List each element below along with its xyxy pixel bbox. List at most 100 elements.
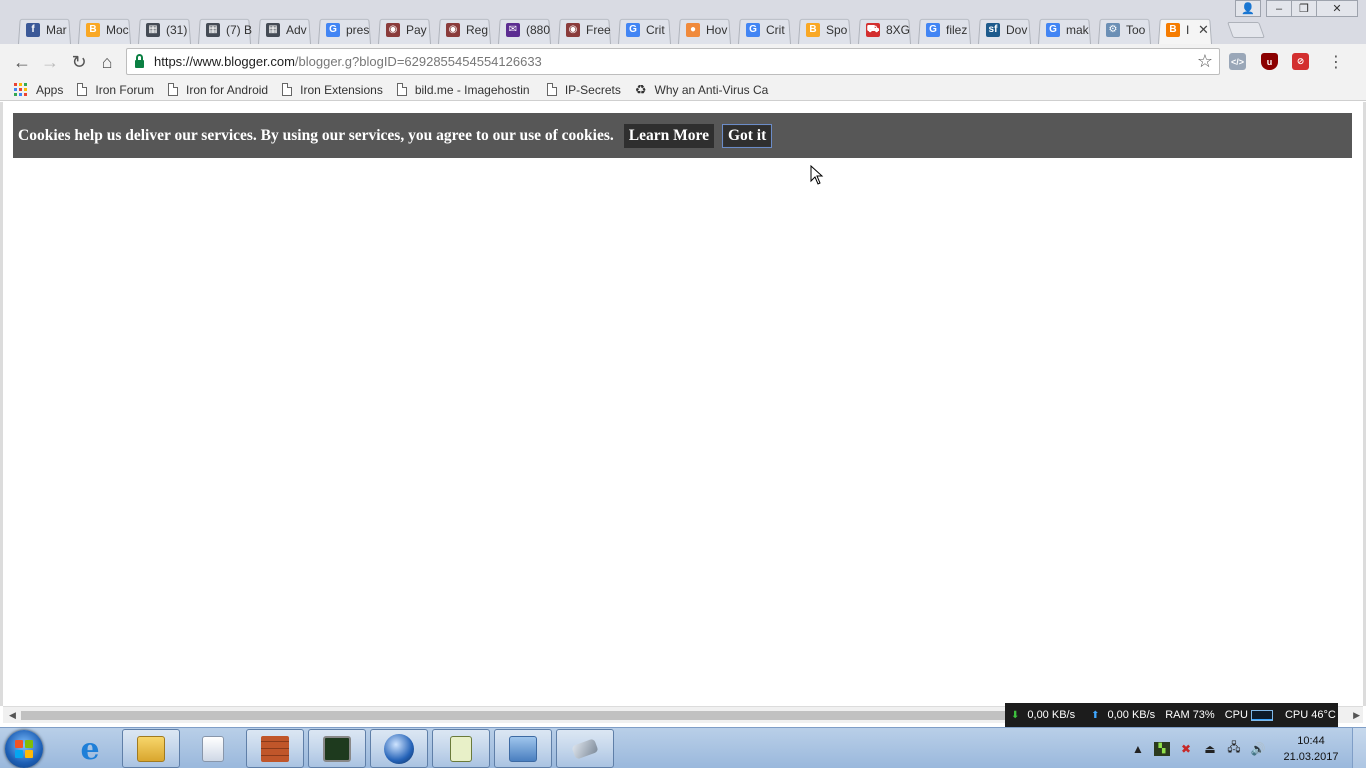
tab-title: Free (586, 23, 611, 37)
browser-tab[interactable]: ◉ Free (554, 16, 615, 44)
network-meter: ⬇ 0,00 KB/s ⬆ 0,00 KB/s RAM 73% CPU CPU … (1005, 703, 1338, 727)
tab-title: mak (1066, 23, 1089, 37)
bookmark-label: Iron Forum (95, 82, 155, 97)
chart-icon: ▦ (206, 23, 220, 37)
bookmark-item[interactable]: bild.me - Imagehostin (396, 82, 533, 97)
tab-title: (7) B (226, 23, 253, 37)
browser-menu-icon[interactable]: ⋮ (1328, 52, 1344, 72)
system-clock[interactable]: 10:44 21.03.2017 (1280, 733, 1342, 765)
blocker-extension-icon[interactable]: ⊘ (1292, 53, 1309, 70)
tab-title: Mar (46, 23, 67, 37)
blogger-icon: B (806, 23, 820, 37)
bookmark-item[interactable]: IP-Secrets (546, 83, 621, 97)
tab-title: pres (346, 23, 370, 37)
show-hidden-icons-icon[interactable]: ▲ (1130, 742, 1146, 756)
scrollbar-thumb[interactable] (21, 711, 1011, 720)
start-button[interactable] (5, 730, 43, 768)
browser-tab[interactable]: ◉ Pay (374, 16, 435, 44)
tab-title: Dov (1006, 23, 1028, 37)
browser-tab[interactable]: Gmak (1034, 16, 1095, 44)
gpu-monitor-icon[interactable]: ▚ (1154, 741, 1170, 756)
globe-icon: ◉ (566, 23, 580, 37)
globe-icon: ◉ (386, 23, 400, 37)
chart-icon: ▦ (146, 23, 160, 37)
bookmark-star-icon[interactable]: ☆ (1197, 51, 1213, 72)
home-button[interactable]: ⌂ (95, 50, 119, 74)
learn-more-button[interactable]: Learn More (623, 123, 714, 148)
folder-icon (137, 735, 165, 762)
recycle-icon: ♻ (634, 81, 647, 97)
system-tray: ▲ ▚ ✖ ⏏ 🖧 🔊 10:44 21.03.2017 (1122, 728, 1342, 768)
window-controls: 👤 – ❐ ✕ (1235, 0, 1358, 18)
browser-tab[interactable]: ▦ (31) (134, 16, 195, 44)
monitor-icon (323, 735, 351, 762)
taskbar-monitor[interactable] (308, 729, 366, 768)
scroll-left-icon[interactable]: ◀ (9, 710, 16, 721)
show-desktop-button[interactable] (1352, 728, 1366, 768)
tool-icon: ⚙ (1106, 23, 1120, 37)
browser-tab[interactable]: ▦ (7) B (194, 16, 255, 44)
browser-tab[interactable]: ⛟ 8XG (854, 16, 915, 44)
maximize-button[interactable]: ❐ (1291, 0, 1317, 17)
browser-tab[interactable]: ◉ Reg (434, 16, 495, 44)
tab-title: filez (946, 23, 968, 37)
browser-tab[interactable]: B Moc (74, 16, 135, 44)
minimize-button[interactable]: – (1266, 0, 1292, 17)
blogger-icon: B (1166, 23, 1180, 37)
safely-remove-icon[interactable]: ⏏ (1202, 742, 1218, 756)
browser-tab[interactable]: G Crit (734, 16, 795, 44)
browser-tab[interactable]: ⚙ Too (1094, 16, 1155, 44)
taskbar-explorer[interactable] (122, 729, 180, 768)
upload-arrow-icon: ⬆ (1091, 709, 1100, 721)
volume-icon[interactable]: 🔊 (1250, 742, 1266, 756)
bookmark-item[interactable]: Iron for Android (168, 83, 268, 97)
browser-tab[interactable]: sf Dov (974, 16, 1035, 44)
browser-tab[interactable]: ▦ Adv (254, 16, 315, 44)
taskbar-control-panel[interactable] (494, 729, 552, 768)
browser-tab[interactable]: ● Hov (674, 16, 735, 44)
browser-tab[interactable]: Gpres (314, 16, 375, 44)
taskbar-media-player[interactable] (184, 729, 242, 768)
iron-browser-icon (384, 733, 414, 764)
apps-grid-icon (14, 82, 28, 97)
taskbar-iron-browser[interactable] (370, 729, 428, 768)
bookmark-label: bild.me - Imagehostin (414, 82, 530, 97)
bookmark-apps[interactable]: Apps (14, 82, 63, 97)
browser-tab[interactable]: Gfilez (914, 16, 975, 44)
back-button[interactable]: ← (10, 50, 34, 74)
close-window-button[interactable]: ✕ (1316, 0, 1358, 17)
bookmark-item[interactable]: Iron Extensions (282, 83, 383, 97)
ublock-icon[interactable]: u (1261, 53, 1278, 70)
tab-title: I (1186, 23, 1190, 37)
bookmarks-bar: Apps Iron Forum Iron for Android Iron Exte… (0, 79, 1366, 101)
network-error-icon[interactable]: ✖ (1178, 742, 1194, 756)
download-speed: 0,00 KB/s (1027, 709, 1076, 721)
tab-title: Crit (766, 23, 785, 37)
bookmark-antivirus[interactable]: ♻ Why an Anti-Virus Car (635, 82, 769, 98)
browser-tab[interactable]: G Crit (614, 16, 675, 44)
taskbar-usb[interactable] (556, 729, 614, 768)
browser-tab[interactable]: B I ✕ (1154, 16, 1216, 44)
forward-button[interactable]: → (38, 50, 62, 74)
close-tab-icon[interactable]: ✕ (1198, 22, 1209, 38)
reload-button[interactable]: ↻ (67, 50, 91, 74)
code-extension-icon[interactable]: </> (1229, 53, 1246, 70)
network-icon[interactable]: 🖧 (1226, 740, 1242, 756)
cookie-message: Cookies help us deliver our services. By… (18, 126, 614, 144)
facebook-icon: f (26, 23, 40, 37)
got-it-button[interactable]: Got it (721, 123, 773, 148)
bookmark-item[interactable]: Iron Forum (77, 83, 154, 97)
internet-explorer-icon[interactable]: e (68, 730, 112, 768)
taskbar: e ▲ ▚ ✖ ⏏ 🖧 🔊 10:44 21.03.2017 (0, 727, 1366, 768)
taskbar-notepad[interactable] (432, 729, 490, 768)
address-bar[interactable]: https://www.blogger.com/blogger.g?blogID… (126, 48, 1220, 75)
mouse-cursor-icon (810, 165, 824, 185)
scroll-right-icon[interactable]: ▶ (1353, 710, 1360, 721)
user-profile-icon[interactable]: 👤 (1235, 0, 1261, 17)
browser-tab[interactable]: B Spo (794, 16, 855, 44)
taskbar-firewall[interactable] (246, 729, 304, 768)
page-icon (282, 83, 293, 96)
new-tab-button[interactable] (1227, 22, 1265, 38)
browser-tab[interactable]: ✉ (880 (494, 16, 555, 44)
browser-tab[interactable]: f Mar (14, 16, 75, 44)
